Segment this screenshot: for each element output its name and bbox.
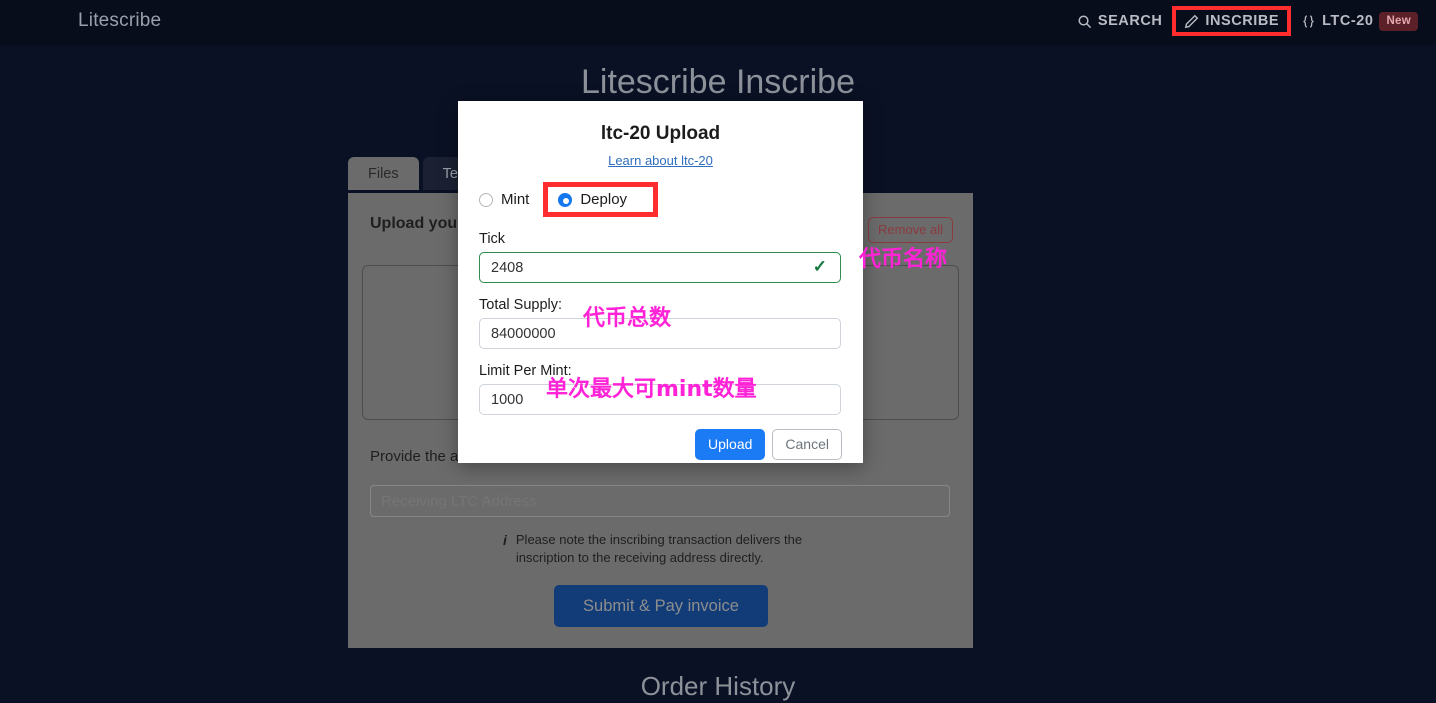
deploy-option-highlight: Deploy	[543, 182, 659, 217]
nav-search-label: SEARCH	[1097, 13, 1163, 29]
modal-action-buttons: Upload Cancel	[458, 429, 842, 460]
nav-right-group: SEARCH INSCRIBE LTC-20 New	[1077, 6, 1418, 36]
modal-title: ltc-20 Upload	[600, 123, 721, 144]
top-navigation-bar: Litescribe SEARCH INSCRIBE LTC-20 New	[0, 0, 1436, 45]
tick-label: Tick	[479, 231, 506, 247]
nav-item-inscribe[interactable]: INSCRIBE	[1172, 6, 1292, 36]
inscription-note: i Please note the inscribing transaction…	[503, 531, 833, 568]
remove-all-button[interactable]: Remove all	[867, 217, 953, 243]
radio-deploy-label: Deploy	[580, 191, 628, 208]
ltc20-upload-modal: ltc-20 Upload Learn about ltc-20 Mint De…	[458, 101, 863, 463]
receiving-address-input[interactable]	[370, 485, 950, 517]
page-title: Litescribe Inscribe	[580, 63, 855, 101]
radio-deploy-icon[interactable]	[558, 192, 573, 207]
upload-heading: Upload your	[370, 215, 464, 232]
annotation-mint-limit: 单次最大可mint数量	[546, 377, 757, 402]
radio-option-deploy[interactable]: Deploy	[558, 191, 627, 208]
submit-pay-invoice-button[interactable]: Submit & Pay invoice	[554, 585, 768, 627]
nav-ltc20-label: LTC-20	[1322, 13, 1374, 29]
nav-item-ltc20[interactable]: LTC-20 New	[1301, 11, 1418, 31]
check-icon: ✓	[812, 257, 827, 276]
tick-field-wrapper: ✓	[458, 252, 863, 283]
radio-mint-icon[interactable]	[479, 192, 493, 207]
nav-item-search[interactable]: SEARCH	[1077, 13, 1163, 29]
note-text: Please note the inscribing transaction d…	[515, 532, 803, 566]
annotation-token-name: 代币名称	[859, 247, 948, 272]
braces-icon	[1301, 14, 1316, 29]
radio-mint-label: Mint	[501, 191, 530, 208]
brand-logo[interactable]: Litescribe	[78, 10, 161, 32]
radio-option-mint[interactable]: Mint	[479, 191, 529, 208]
order-history-heading: Order History	[640, 671, 796, 701]
nav-inscribe-label: INSCRIBE	[1205, 13, 1280, 29]
annotation-token-total: 代币总数	[583, 306, 672, 331]
tick-input[interactable]	[479, 252, 841, 283]
address-section-label: Provide the a	[370, 448, 459, 465]
pencil-icon	[1184, 14, 1199, 29]
upload-button[interactable]: Upload	[695, 429, 766, 460]
info-icon: i	[503, 532, 507, 548]
search-icon	[1077, 14, 1092, 29]
new-badge: New	[1379, 11, 1418, 31]
mode-radio-group: Mint Deploy	[479, 182, 863, 217]
tab-files[interactable]: Files	[348, 157, 419, 190]
cancel-button[interactable]: Cancel	[772, 429, 842, 460]
learn-about-ltc20-link[interactable]: Learn about ltc-20	[458, 153, 863, 168]
